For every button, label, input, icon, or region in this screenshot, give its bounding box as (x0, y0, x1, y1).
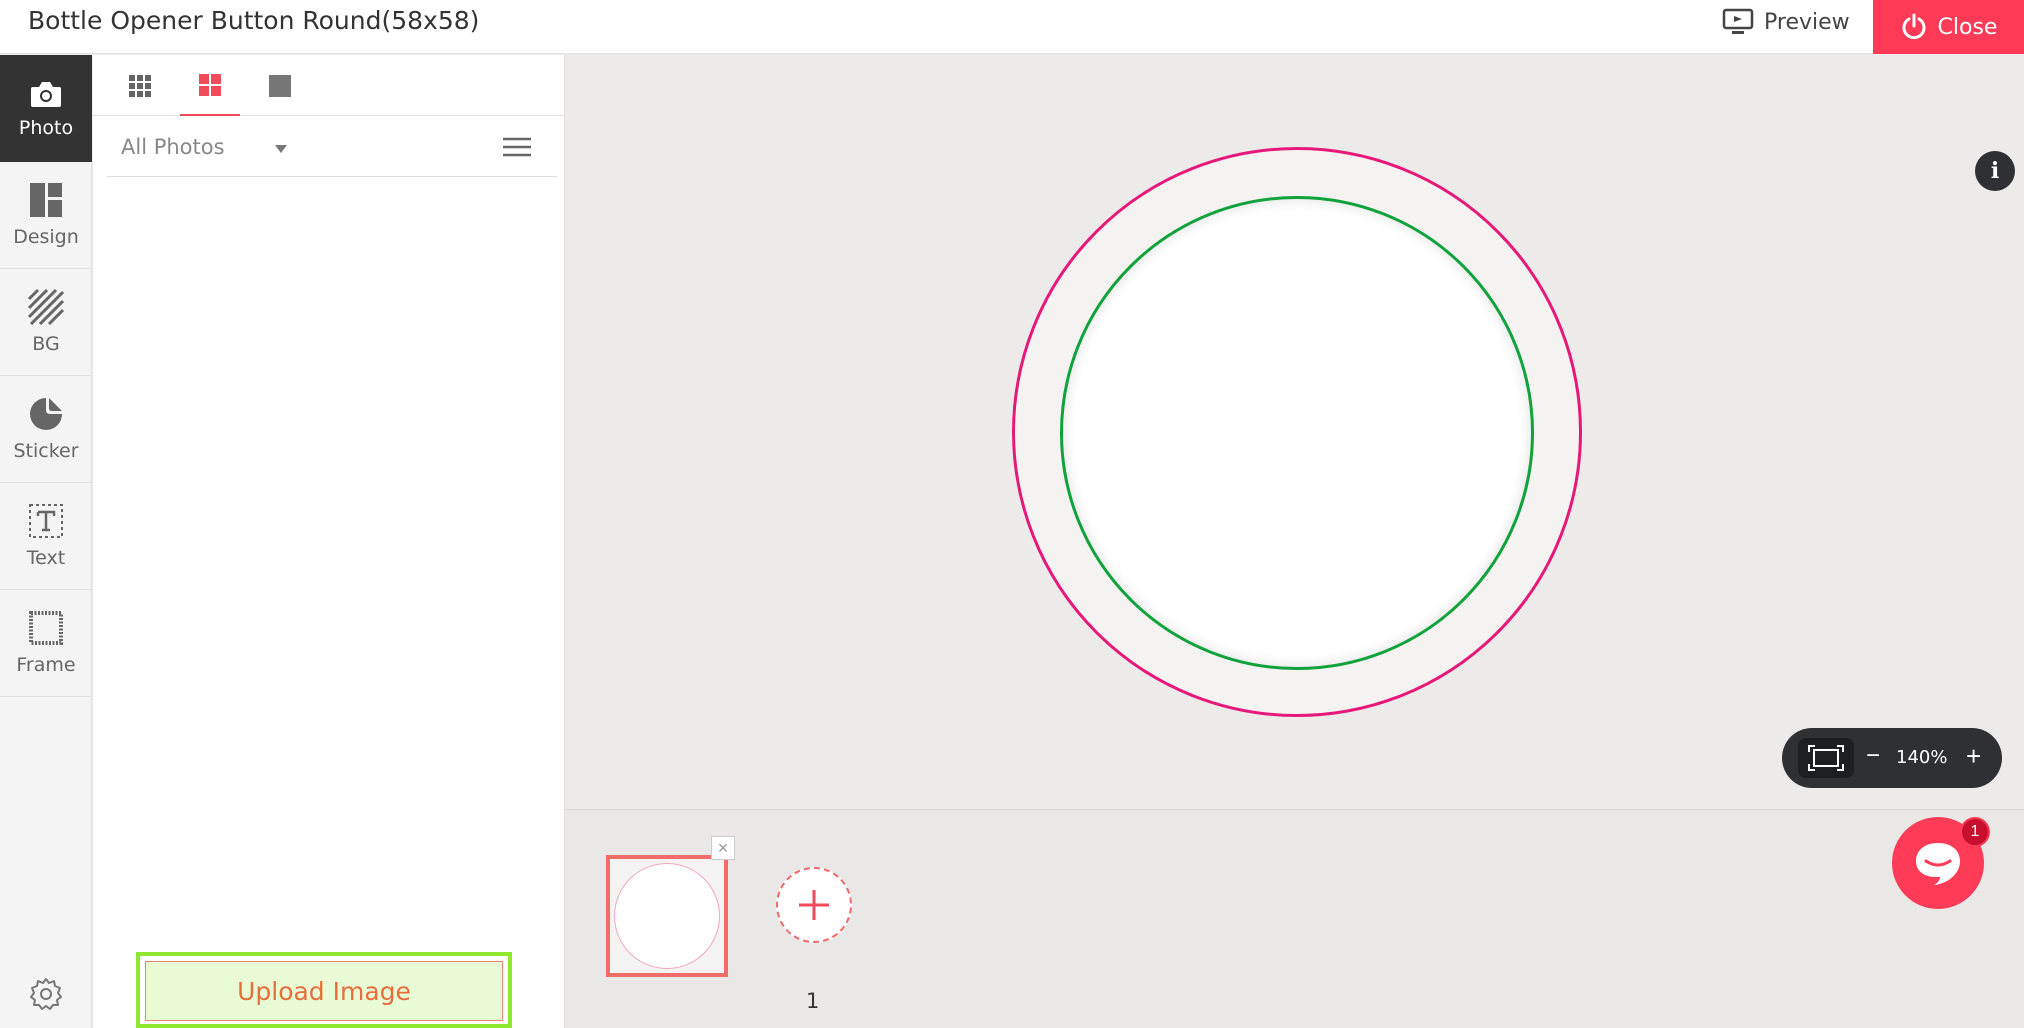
page-number: 1 (806, 989, 820, 1013)
upload-highlight: Upload Image (136, 952, 512, 1028)
page-thumbnail[interactable] (606, 855, 728, 977)
rail-item-photo[interactable]: Photo (0, 55, 92, 162)
rail-label-frame: Frame (16, 654, 76, 676)
album-select[interactable]: All Photos (121, 117, 287, 177)
page-thumbnail-preview (614, 863, 720, 969)
album-select-value: All Photos (121, 135, 225, 159)
tab-grid-large[interactable] (180, 55, 240, 116)
chat-notification-badge: 1 (1960, 817, 1990, 847)
hatch-icon (28, 289, 64, 325)
text-frame-icon (29, 504, 63, 538)
product-title: Bottle Opener Button Round(58x58) (28, 6, 480, 35)
frame-icon (29, 611, 63, 645)
add-page-button[interactable] (776, 867, 852, 943)
button-inner-area[interactable] (1060, 196, 1534, 670)
remove-page-button[interactable]: × (711, 836, 735, 860)
info-icon[interactable]: i (1975, 151, 2015, 191)
grid-large-icon (199, 73, 221, 96)
tool-rail: Photo Design BG Sticker Text Frame (0, 55, 92, 1028)
photo-filter-row: All Photos (107, 117, 557, 177)
rail-label-bg: BG (32, 333, 60, 355)
page-strip: × 1 1 (566, 809, 2024, 1028)
header-bar: Bottle Opener Button Round(58x58) Previe… (0, 0, 2024, 54)
tab-grid-small[interactable] (110, 55, 170, 116)
single-view-icon (269, 74, 291, 97)
sticker-icon (30, 398, 62, 430)
tab-single-view[interactable] (250, 55, 310, 116)
zoom-controls: − 140% + (1782, 728, 2002, 788)
camera-icon (31, 81, 61, 107)
upload-image-button[interactable]: Upload Image (145, 961, 503, 1021)
rail-label-sticker: Sticker (13, 440, 79, 462)
rail-label-text: Text (26, 547, 66, 569)
photo-panel: All Photos Upload Image (93, 55, 565, 1028)
close-button[interactable]: Close (1873, 0, 2024, 54)
rail-item-frame[interactable]: Frame (0, 590, 92, 697)
fit-screen-button[interactable] (1798, 738, 1854, 778)
plus-icon (799, 890, 829, 920)
monitor-icon (1722, 8, 1754, 34)
zoom-level: 140% (1896, 747, 1948, 768)
rail-label-design: Design (13, 226, 79, 248)
zoom-out-button[interactable]: − (1866, 742, 1880, 770)
menu-icon[interactable] (503, 137, 531, 157)
rail-item-sticker[interactable]: Sticker (0, 376, 92, 483)
grid-small-icon (129, 74, 151, 97)
preview-button[interactable]: Preview (1722, 0, 1850, 44)
design-canvas[interactable]: i − 140% + (566, 55, 2024, 809)
layout-icon (30, 183, 62, 217)
chat-bubble-icon (1916, 843, 1960, 885)
gear-icon[interactable] (28, 976, 64, 1012)
rail-label-photo: Photo (18, 116, 74, 139)
close-label: Close (1937, 14, 1998, 40)
rail-item-design[interactable]: Design (0, 162, 92, 269)
zoom-in-button[interactable]: + (1966, 741, 1981, 772)
power-icon (1902, 13, 1926, 40)
fit-screen-icon (1808, 745, 1844, 771)
view-tabs (93, 55, 565, 116)
rail-item-text[interactable]: Text (0, 483, 92, 590)
rail-item-bg[interactable]: BG (0, 269, 92, 376)
chevron-down-icon (274, 144, 287, 153)
preview-label: Preview (1764, 9, 1850, 35)
